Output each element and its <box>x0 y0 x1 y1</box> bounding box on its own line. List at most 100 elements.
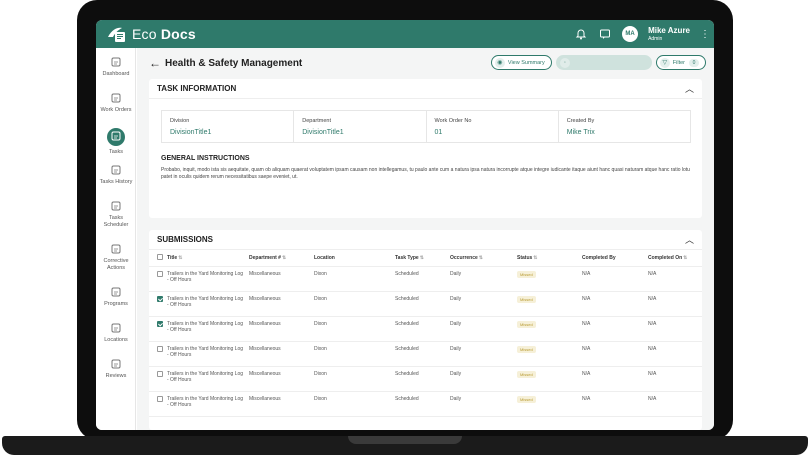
sidebar-item-work-orders[interactable]: Work Orders <box>96 92 136 114</box>
view-summary-button[interactable]: ◉ View Summary <box>490 55 552 70</box>
row-checkbox[interactable] <box>157 320 163 327</box>
brand-light: Eco <box>132 26 157 42</box>
cell-occurrence: Daily <box>450 395 462 402</box>
sidebar-item-reviews[interactable]: Reviews <box>96 358 136 380</box>
location-icon <box>96 322 136 334</box>
cell-location: Dixon <box>314 370 327 377</box>
sort-icon: ⇅ <box>419 254 424 261</box>
cell-completed-on: N/A <box>648 395 657 402</box>
filter-button[interactable]: ▽ Filter 0 <box>655 55 706 70</box>
bell-icon[interactable] <box>574 27 588 41</box>
cell-completed-by: N/A <box>582 270 591 277</box>
table-row[interactable]: Trailers in the Yard Monitoring Log - Of… <box>149 341 702 367</box>
table-row[interactable]: Trailers in the Yard Monitoring Log - Of… <box>149 366 702 392</box>
top-bar: Eco Docs MA Mike Azure Admin ⋮ <box>96 20 714 48</box>
disabled-action-button[interactable]: ▫ <box>555 55 652 70</box>
user-menu[interactable]: Mike Azure Admin <box>648 25 690 42</box>
cell-department: Miscellaneous <box>249 270 281 277</box>
cell-task-type: Scheduled <box>395 295 419 302</box>
app-logo[interactable]: Eco Docs <box>106 25 196 43</box>
chevron-up-icon[interactable]: ︿ <box>685 233 694 246</box>
work-orders-icon <box>96 92 136 104</box>
cell-department: Miscellaneous <box>249 395 281 402</box>
table-row[interactable]: Trailers in the Yard Monitoring Log - Of… <box>149 316 702 342</box>
sort-icon: ⇅ <box>178 254 183 261</box>
cell-title: Trailers in the Yard Monitoring Log - Of… <box>167 345 244 358</box>
sort-icon: ⇅ <box>281 254 287 261</box>
cell-completed-on: N/A <box>648 320 657 327</box>
page-header: ← Health & Safety Management ◉ View Summ… <box>137 48 714 78</box>
table-row[interactable]: Trailers in the Yard Monitoring Log - Of… <box>149 266 702 292</box>
sidebar-item-locations[interactable]: Locations <box>96 322 136 344</box>
created-by-cell: Created By Mike Trix <box>559 111 690 142</box>
sidebar-item-label: Tasks History <box>99 179 133 185</box>
cell-completed-on: N/A <box>648 295 657 302</box>
table-header-row: Title⇅ Department #⇅ Location Task Type⇅… <box>149 250 702 267</box>
sidebar-item-tasks[interactable]: Tasks <box>96 128 136 156</box>
back-arrow-icon[interactable]: ← <box>149 56 161 70</box>
brand-bold: Docs <box>160 26 196 42</box>
col-location[interactable]: Location <box>312 250 393 267</box>
chat-icon[interactable] <box>598 27 612 41</box>
sidebar-item-label: Corrective Actions <box>103 258 129 271</box>
cell-completed-by: N/A <box>582 295 591 302</box>
task-information-card: TASK INFORMATION ︿ Division DivisionTitl… <box>149 79 702 218</box>
logo-icon <box>106 25 128 43</box>
cell-title: Trailers in the Yard Monitoring Log - Of… <box>167 270 244 283</box>
col-department[interactable]: Department #⇅ <box>247 250 312 267</box>
row-checkbox[interactable] <box>157 345 163 352</box>
status-badge: Missed <box>517 345 536 353</box>
cell-task-type: Scheduled <box>395 345 419 352</box>
cell-title: Trailers in the Yard Monitoring Log - Of… <box>167 370 244 383</box>
col-occurrence[interactable]: Occurrence⇅ <box>448 250 515 267</box>
cell-location: Dixon <box>314 320 327 327</box>
row-checkbox[interactable] <box>157 395 163 402</box>
division-cell: Division DivisionTitle1 <box>162 111 295 142</box>
submissions-table: Title⇅ Department #⇅ Location Task Type⇅… <box>149 250 702 417</box>
table-row[interactable]: Trailers in the Yard Monitoring Log - Of… <box>149 391 702 417</box>
division-label: Division <box>170 118 190 124</box>
row-checkbox[interactable] <box>157 295 163 302</box>
view-summary-label: View Summary <box>507 59 545 66</box>
cell-title: Trailers in the Yard Monitoring Log - Of… <box>167 320 244 333</box>
task-info-grid: Division DivisionTitle1 Department Divis… <box>161 110 691 143</box>
filter-icon: ▽ <box>659 57 670 68</box>
col-completed-on[interactable]: Completed On⇅ <box>646 250 702 267</box>
sidebar-item-tasks-scheduler[interactable]: Tasks Scheduler <box>96 200 136 229</box>
row-checkbox[interactable] <box>157 270 163 277</box>
sidebar-item-tasks-history[interactable]: Tasks History <box>96 164 136 186</box>
cell-location: Dixon <box>314 270 327 277</box>
cell-title: Trailers in the Yard Monitoring Log - Of… <box>167 295 244 308</box>
cell-occurrence: Daily <box>450 320 462 327</box>
task-info-title: TASK INFORMATION <box>157 84 237 93</box>
more-vertical-icon[interactable]: ⋮ <box>700 29 710 40</box>
sort-icon: ⇅ <box>683 254 688 261</box>
cell-location: Dixon <box>314 295 327 302</box>
sidebar-item-label: Locations <box>104 337 128 343</box>
sidebar-item-dashboard[interactable]: Dashboard <box>96 56 136 78</box>
col-completed-by[interactable]: Completed By <box>580 250 646 267</box>
summary-icon: ◉ <box>494 57 505 68</box>
cell-department: Miscellaneous <box>249 370 281 377</box>
sidebar-item-corrective-actions[interactable]: Corrective Actions <box>96 243 136 272</box>
sidebar-item-programs[interactable]: Programs <box>96 286 136 308</box>
submissions-title: SUBMISSIONS <box>157 235 214 244</box>
col-title[interactable]: Title⇅ <box>165 250 247 267</box>
department-label: Department <box>302 118 331 124</box>
task-history-icon <box>96 164 136 176</box>
chevron-up-icon[interactable]: ︿ <box>685 82 694 95</box>
col-task-type[interactable]: Task Type⇅ <box>393 250 448 267</box>
col-status[interactable]: Status⇅ <box>515 250 580 267</box>
avatar[interactable]: MA <box>622 26 639 42</box>
table-row[interactable]: Trailers in the Yard Monitoring Log - Of… <box>149 291 702 317</box>
general-instructions-title: GENERAL INSTRUCTIONS <box>161 155 250 162</box>
select-all-checkbox[interactable] <box>157 253 163 260</box>
tasks-icon <box>107 128 125 146</box>
cell-location: Dixon <box>314 345 327 352</box>
user-name: Mike Azure <box>648 25 690 35</box>
sidebar-item-label: Work Orders <box>100 107 132 113</box>
user-role: Admin <box>648 35 663 42</box>
sidebar-item-label: Tasks Scheduler <box>103 215 129 228</box>
cell-task-type: Scheduled <box>395 395 419 402</box>
row-checkbox[interactable] <box>157 370 163 377</box>
